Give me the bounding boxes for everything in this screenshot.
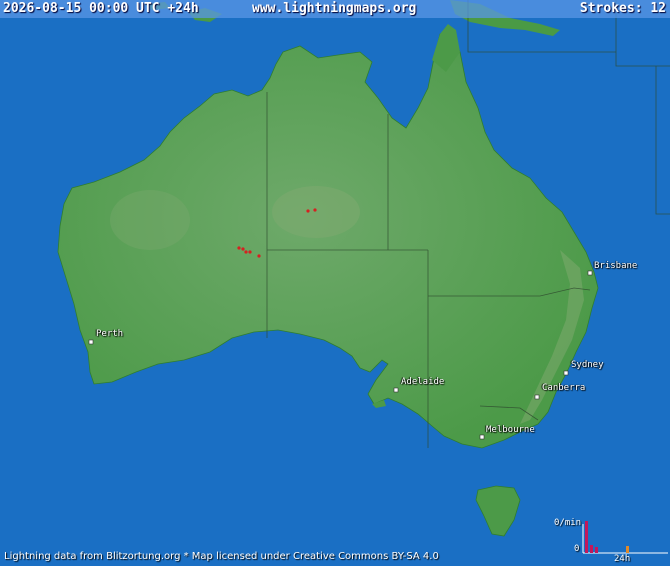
stroke-count: Strokes: 12 [579,1,666,16]
lightning-strike [244,250,248,254]
map-viewport[interactable]: 2026-08-15 00:00 UTC +24h www.lightningm… [0,0,670,566]
city-marker [563,370,569,376]
histogram-span-label: 24h [614,554,631,564]
footer-credit: Lightning data from Blitzortung.org * Ma… [4,551,439,562]
desert-patch [272,186,360,238]
lightning-strike [237,246,241,250]
lightning-strike [241,247,245,251]
histogram-bar [585,521,588,553]
city-label-brisbane: Brisbane [594,261,638,271]
histogram-zero-label: 0 [574,544,580,554]
site-link[interactable]: www.lightningmaps.org [252,1,416,16]
city-marker [88,339,94,345]
city-label-adelaide: Adelaide [401,377,445,387]
city-label-canberra: Canberra [542,383,586,393]
lightning-strike [313,208,317,212]
lightning-strike [257,254,261,258]
lightning-strike [248,250,252,254]
city-marker [479,434,485,440]
city-label-perth: Perth [96,329,124,339]
city-marker [534,394,540,400]
time-range: 2026-08-15 00:00 UTC +24h [3,1,199,16]
city-label-sydney: Sydney [571,360,604,370]
histogram-bar [595,547,598,553]
lightning-strike [306,209,310,213]
city-label-melbourne: Melbourne [486,425,535,435]
histogram-bar [590,545,593,553]
lightning-map[interactable] [0,0,670,566]
city-marker [587,270,593,276]
histogram-rate-label: 0/min [554,518,582,528]
header-bar: 2026-08-15 00:00 UTC +24h www.lightningm… [0,0,670,18]
desert-patch-west [110,190,190,250]
city-marker [393,387,399,393]
histogram-bar-latest [626,546,629,553]
